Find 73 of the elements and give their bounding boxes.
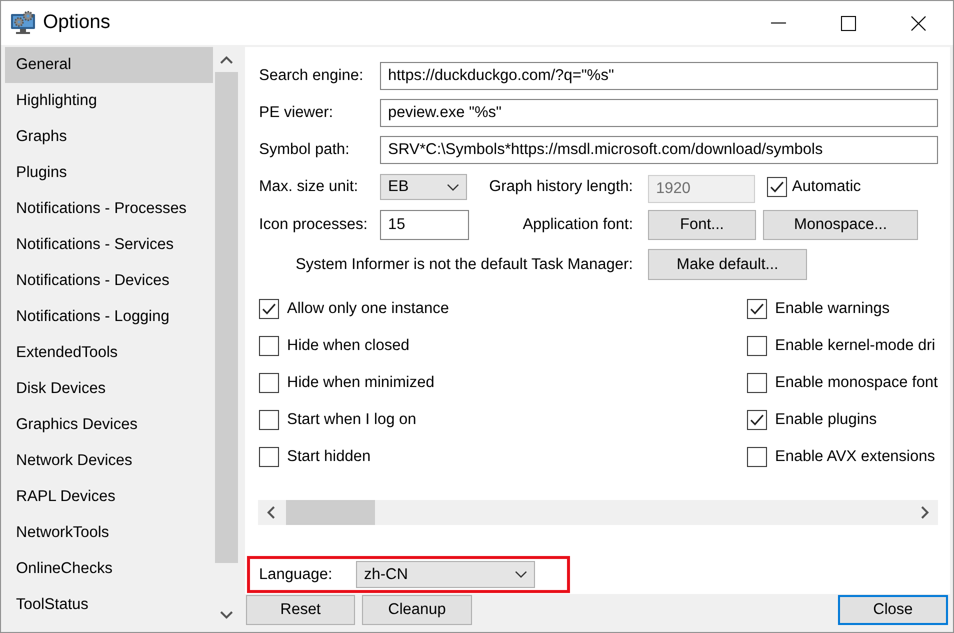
checkbox-label[interactable]: Enable AVX extensions	[775, 444, 935, 468]
chevron-down-icon	[515, 571, 527, 578]
sidebar-item[interactable]: Disk Devices	[5, 371, 213, 407]
field-label: Search engine:	[259, 66, 364, 86]
text-field[interactable]: https://duckduckgo.com/?q="%s"	[380, 62, 938, 90]
sidebar-item[interactable]: Notifications - Devices	[5, 263, 213, 299]
scrollbar-thumb[interactable]	[286, 500, 375, 525]
close-icon	[910, 16, 926, 30]
sidebar-item[interactable]: OnlineChecks	[5, 551, 213, 587]
chevron-down-icon[interactable]	[220, 610, 233, 618]
horizontal-scrollbar[interactable]	[258, 500, 938, 525]
scrollbar-thumb[interactable]	[215, 72, 238, 563]
maximize-icon	[840, 16, 856, 30]
checkbox[interactable]	[259, 446, 279, 466]
checkbox-label[interactable]: Hide when minimized	[287, 370, 434, 394]
dialog-button[interactable]: Reset	[246, 595, 355, 625]
checkbox[interactable]	[747, 446, 767, 466]
checkbox-label[interactable]: Allow only one instance	[287, 296, 449, 320]
text-field[interactable]: peview.exe "%s"	[380, 99, 938, 127]
monitor-gears-icon	[10, 11, 36, 35]
field-label: Graph history length:	[488, 177, 634, 198]
field-label: System Informer is not the default Task Manager:	[294, 254, 634, 275]
chevron-up-icon[interactable]	[220, 56, 233, 64]
checkbox-label[interactable]: Start hidden	[287, 444, 371, 468]
checkbox[interactable]	[747, 410, 767, 430]
sidebar-item[interactable]: Plugins	[5, 155, 213, 191]
checkbox-label[interactable]: Start when I log on	[287, 408, 416, 432]
sidebar-item[interactable]: Notifications - Processes	[5, 191, 213, 227]
font-button[interactable]: Monospace...	[763, 210, 918, 240]
field-label: Symbol path:	[259, 140, 350, 160]
sidebar-item[interactable]: ToolStatus	[5, 587, 213, 623]
sidebar-item[interactable]: RAPL Devices	[5, 479, 213, 515]
text-field[interactable]: 15	[380, 210, 469, 240]
sidebar-item[interactable]: Notifications - Logging	[5, 299, 213, 335]
sidebar-item[interactable]: Network Devices	[5, 443, 213, 479]
checkbox-label[interactable]: Enable kernel-mode dri	[775, 334, 936, 358]
font-button[interactable]: Font...	[648, 210, 756, 240]
sidebar-item[interactable]: ExtendedTools	[5, 335, 213, 371]
sidebar-item[interactable]: NetworkTools	[5, 515, 213, 551]
sidebar-item[interactable]: Graphs	[5, 119, 213, 155]
chevron-right-icon[interactable]	[921, 506, 929, 519]
checkbox-label[interactable]: Hide when closed	[287, 334, 410, 358]
checkbox-label[interactable]: Enable warnings	[775, 296, 890, 320]
field-label: Language:	[259, 564, 334, 585]
language-dropdown[interactable]: zh-CN	[356, 561, 535, 588]
checkbox[interactable]	[747, 372, 767, 392]
minimize-icon	[770, 22, 786, 24]
field-label: Icon processes:	[259, 215, 369, 236]
checkbox[interactable]	[259, 410, 279, 430]
field-label: Application font:	[522, 215, 634, 236]
checkbox[interactable]	[259, 372, 279, 392]
chevron-left-icon[interactable]	[267, 506, 275, 519]
sidebar-item[interactable]: Highlighting	[5, 83, 213, 119]
checkbox[interactable]	[767, 177, 787, 197]
checkbox-label[interactable]: Automatic	[792, 175, 861, 199]
window-title: Options	[43, 10, 110, 36]
size-unit-dropdown[interactable]: EB	[380, 174, 467, 200]
checkbox[interactable]	[747, 336, 767, 356]
sidebar-item[interactable]: General	[5, 47, 213, 83]
field-label: Max. size unit:	[259, 177, 360, 198]
checkbox[interactable]	[259, 298, 279, 318]
chevron-down-icon	[447, 184, 459, 190]
checkbox[interactable]	[259, 336, 279, 356]
dialog-button[interactable]: Cleanup	[362, 595, 472, 625]
sidebar-item[interactable]: Graphics Devices	[5, 407, 213, 443]
dialog-button[interactable]: Close	[838, 595, 948, 625]
checkbox-label[interactable]: Enable plugins	[775, 408, 877, 432]
make-default-button[interactable]: Make default...	[648, 249, 807, 280]
text-field[interactable]: SRV*C:\Symbols*https://msdl.microsoft.com/download/symbols	[380, 136, 938, 164]
checkbox[interactable]	[747, 298, 767, 318]
sidebar-item[interactable]: Notifications - Services	[5, 227, 213, 263]
field-label: PE viewer:	[259, 103, 334, 124]
checkbox-label[interactable]: Enable monospace font	[775, 370, 938, 394]
